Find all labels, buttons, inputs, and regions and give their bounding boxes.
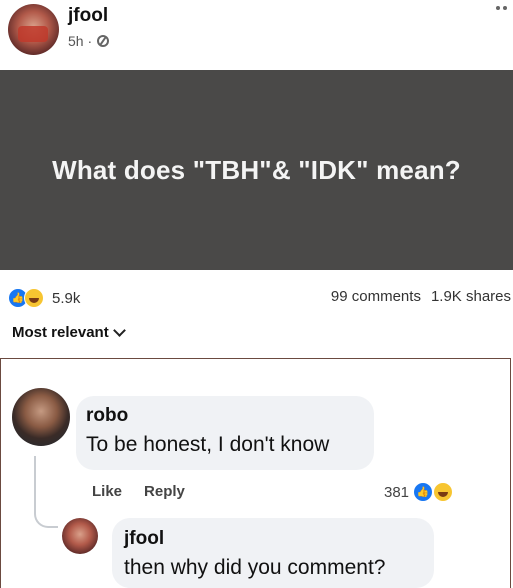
comment-sort-dropdown[interactable]: Most relevant	[12, 324, 126, 341]
comment-reaction-count: 381	[384, 483, 410, 501]
post-author-name[interactable]: jfool	[68, 5, 108, 27]
sort-label: Most relevant	[12, 324, 109, 341]
comment-text: To be honest, I don't know	[86, 433, 330, 456]
like-reaction-icon: 👍	[413, 482, 434, 502]
comment-like-button[interactable]: Like	[92, 483, 122, 500]
reaction-summary[interactable]: 👍 5.9k	[8, 288, 80, 308]
chevron-down-icon	[112, 324, 126, 337]
post-text: What does "TBH"& "IDK" mean?	[52, 154, 461, 185]
reply-text: then why did you comment?	[124, 556, 386, 579]
post-meta: 5h ·	[68, 33, 110, 49]
comment-reply-button[interactable]: Reply	[144, 483, 185, 500]
comment-author[interactable]: robo	[86, 405, 128, 427]
shares-count-link[interactable]: 1.9K shares	[431, 288, 511, 305]
post-author-avatar[interactable]	[8, 4, 59, 55]
post-text-card: What does "TBH"& "IDK" mean?	[0, 70, 513, 270]
reply-author-avatar[interactable]	[62, 518, 98, 554]
reaction-count: 5.9k	[52, 289, 81, 307]
globe-icon	[97, 35, 110, 47]
reply-author[interactable]: jfool	[124, 528, 164, 550]
more-options-icon[interactable]	[496, 6, 507, 10]
haha-reaction-icon	[433, 482, 454, 502]
reply-thread-line	[34, 456, 58, 528]
comment-reactions[interactable]: 381 👍	[384, 482, 454, 502]
post-time[interactable]: 5h ·	[68, 33, 92, 49]
commenter-avatar[interactable]	[12, 388, 70, 446]
post-stats: 99 comments 1.9K shares	[331, 288, 511, 305]
comment-actions: Like Reply	[92, 483, 185, 500]
haha-reaction-icon	[24, 288, 44, 308]
comments-count-link[interactable]: 99 comments	[331, 288, 421, 305]
